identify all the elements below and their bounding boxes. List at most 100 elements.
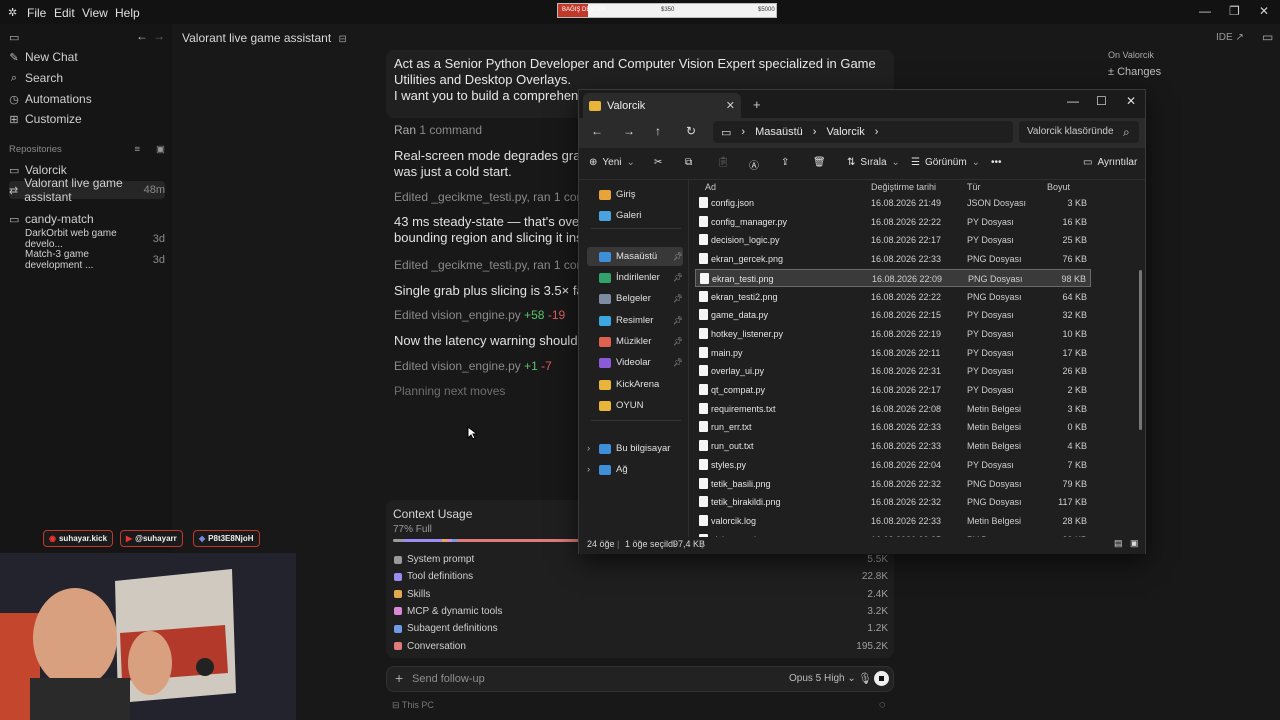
maximize-icon[interactable]: ❐: [1229, 4, 1240, 18]
column-header-name[interactable]: Ad: [705, 182, 716, 192]
edit-summary-4[interactable]: Edited vision_engine.py +1 -7: [394, 359, 552, 373]
file-list-scrollbar[interactable]: [1139, 270, 1142, 430]
file-row[interactable]: ekran_testi.png 16.08.2026 22:09 PNG Dosya…: [695, 268, 1091, 287]
more-options-icon[interactable]: •••: [991, 157, 1002, 168]
file-row[interactable]: tetik_birakildi.png 16.08.2026 22:32 PNG D…: [695, 493, 1091, 511]
menu-edit[interactable]: Edit: [54, 6, 75, 20]
back-icon[interactable]: ←: [591, 124, 603, 138]
copy-icon[interactable]: ⧉: [685, 157, 692, 168]
breadcrumb-valorcik[interactable]: Valorcik: [826, 126, 864, 138]
file-type: JSON Dosyası: [967, 198, 1027, 208]
expand-chevron-icon[interactable]: ›: [587, 464, 594, 475]
column-header-date[interactable]: Değiştirme tarihi: [871, 182, 936, 192]
workspace-location[interactable]: ⊟ This PC: [392, 700, 434, 711]
close-icon[interactable]: ✕: [1259, 4, 1269, 18]
refresh-icon[interactable]: ↻: [686, 124, 696, 138]
file-row[interactable]: ekran_gercek.png 16.08.2026 22:33 PNG Dosy…: [695, 250, 1091, 268]
explorer-maximize-icon[interactable]: ☐: [1096, 94, 1107, 108]
file-row[interactable]: overlay_ui.py 16.08.2026 22:31 PY Dosyası 2…: [695, 362, 1091, 380]
sort-button[interactable]: ⇅ Sırala ⌄: [847, 157, 900, 168]
rename-icon[interactable]: Ⓐ: [749, 157, 759, 172]
file-row[interactable]: run_out.txt 16.08.2026 22:33 Metin Belgesi…: [695, 437, 1091, 455]
forward-icon[interactable]: →: [623, 124, 635, 138]
paste-icon[interactable]: 📋︎: [717, 157, 730, 168]
nav-item[interactable]: Masaüstü 📌︎: [587, 247, 683, 266]
file-row[interactable]: run_err.txt 16.08.2026 22:33 Metin Belgesi…: [695, 418, 1091, 436]
edit-summary-3[interactable]: Edited vision_engine.py +58 -19: [394, 308, 565, 322]
filter-icon[interactable]: ≡: [134, 144, 140, 155]
ran-command-row[interactable]: Ran 1 command: [394, 123, 482, 137]
nav-item[interactable]: Müzikler 📌︎: [587, 332, 683, 351]
new-tab-icon[interactable]: +: [753, 97, 761, 112]
repo-item-candy-match[interactable]: ▭ candy-match: [9, 210, 165, 228]
file-row[interactable]: config_manager.py 16.08.2026 22:22 PY Dosy…: [695, 213, 1091, 231]
stop-button[interactable]: [874, 671, 889, 686]
ide-link[interactable]: IDE ↗: [1216, 32, 1244, 43]
breadcrumb-desktop[interactable]: Masaüstü: [755, 126, 803, 138]
file-row[interactable]: tetik_basili.png 16.08.2026 22:32 PNG Dosy…: [695, 475, 1091, 493]
nav-item[interactable]: › Ağ: [587, 460, 683, 479]
nav-item[interactable]: Videolar 📌︎: [587, 353, 683, 372]
cut-icon[interactable]: ✂: [654, 157, 662, 168]
menu-help[interactable]: Help: [115, 6, 140, 20]
search-button[interactable]: ⌕ Search: [9, 69, 165, 87]
expand-chevron-icon[interactable]: ›: [587, 443, 594, 454]
new-chat-button[interactable]: ✎ New Chat: [9, 48, 165, 66]
file-row[interactable]: game_data.py 16.08.2026 22:15 PY Dosyası 32…: [695, 306, 1091, 324]
back-arrow-icon[interactable]: ←: [136, 29, 148, 43]
minimize-icon[interactable]: —: [1199, 4, 1211, 18]
file-row[interactable]: decision_logic.py 16.08.2026 22:17 PY Dosy…: [695, 231, 1091, 249]
breadcrumb[interactable]: ▭ › Masaüstü › Valorcik ›: [713, 121, 1013, 143]
file-type: Metin Belgesi: [967, 441, 1022, 452]
file-row[interactable]: valorcik.log 16.08.2026 22:33 Metin Belges…: [695, 512, 1091, 530]
menu-bar: ✲ File Edit View Help BAĞIŞ DESTEK $350 …: [0, 0, 1280, 24]
changes-link[interactable]: ± Changes: [1108, 66, 1161, 78]
file-row[interactable]: qt_compat.py 16.08.2026 22:17 PY Dosyası 2 …: [695, 381, 1091, 399]
repo-item-valorant-assistant[interactable]: ⇄ Valorant live game assistant 48m: [9, 176, 165, 204]
explorer-tab[interactable]: Valorcik ✕: [583, 93, 741, 118]
file-row[interactable]: requirements.txt 16.08.2026 22:08 Metin Be…: [695, 400, 1091, 418]
nav-item[interactable]: İndirilenler 📌︎: [587, 268, 683, 287]
file-row[interactable]: main.py 16.08.2026 22:11 PY Dosyası 17 KB: [695, 344, 1091, 362]
share-icon[interactable]: ⇪: [781, 157, 789, 168]
nav-item[interactable]: Resimler 📌︎: [587, 311, 683, 330]
file-row[interactable]: ekran_testi2.png 16.08.2026 22:22 PNG Dosy…: [695, 288, 1091, 306]
chat-item-match3[interactable]: Match-3 game development ... 3d: [9, 249, 165, 271]
details-pane-button[interactable]: ▭ Ayrıntılar: [1083, 157, 1137, 168]
followup-input[interactable]: [412, 671, 712, 687]
explorer-minimize-icon[interactable]: —: [1067, 94, 1079, 108]
add-attachment-icon[interactable]: +: [395, 670, 403, 686]
sidebar-toggle-icon[interactable]: ▭: [9, 31, 19, 44]
file-row[interactable]: hotkey_listener.py 16.08.2026 22:19 PY Dos…: [695, 325, 1091, 343]
column-header-type[interactable]: Tür: [967, 182, 981, 192]
microphone-icon[interactable]: 🎙︎: [858, 672, 872, 685]
menu-view[interactable]: View: [82, 6, 108, 20]
nav-item[interactable]: Belgeler 📌︎: [587, 289, 683, 308]
menu-file[interactable]: File: [27, 6, 46, 20]
details-view-icon[interactable]: ▤: [1114, 538, 1123, 549]
tiles-view-icon[interactable]: ▣: [1130, 538, 1139, 549]
close-tab-icon[interactable]: ✕: [726, 99, 735, 112]
file-row[interactable]: config.json 16.08.2026 21:49 JSON Dosyası 3…: [695, 194, 1091, 212]
forward-arrow-icon[interactable]: →: [153, 29, 165, 43]
delete-icon[interactable]: 🗑︎: [813, 157, 826, 168]
explorer-close-icon[interactable]: ✕: [1126, 94, 1136, 108]
view-button[interactable]: ☰ Görünüm ⌄: [911, 157, 980, 168]
explorer-search[interactable]: Valorcik klasöründe ⌕: [1019, 121, 1139, 143]
column-header-size[interactable]: Boyut: [1047, 182, 1070, 192]
customize-button[interactable]: ⊞ Customize: [9, 110, 165, 128]
nav-item[interactable]: KickArena: [587, 375, 683, 394]
nav-item[interactable]: OYUN: [587, 396, 683, 415]
new-folder-icon[interactable]: ▣: [156, 144, 165, 155]
model-selector[interactable]: Opus 5 High ⌄: [789, 673, 856, 684]
chat-item-darkorbit[interactable]: DarkOrbit web game develo... 3d: [9, 228, 165, 250]
file-row[interactable]: styles.py 16.08.2026 22:04 PY Dosyası 7 KB: [695, 456, 1091, 474]
new-button[interactable]: ⊕ Yeni ⌄: [589, 157, 635, 168]
nav-item[interactable]: Giriş: [587, 185, 683, 204]
up-icon[interactable]: ↑: [655, 124, 661, 138]
archive-icon[interactable]: ⊟: [339, 34, 347, 45]
nav-item[interactable]: Galeri: [587, 206, 683, 225]
automations-button[interactable]: ◷ Automations: [9, 90, 165, 108]
panel-toggle-icon[interactable]: ▭: [1262, 30, 1273, 44]
nav-item[interactable]: › Bu bilgisayar: [587, 439, 683, 458]
